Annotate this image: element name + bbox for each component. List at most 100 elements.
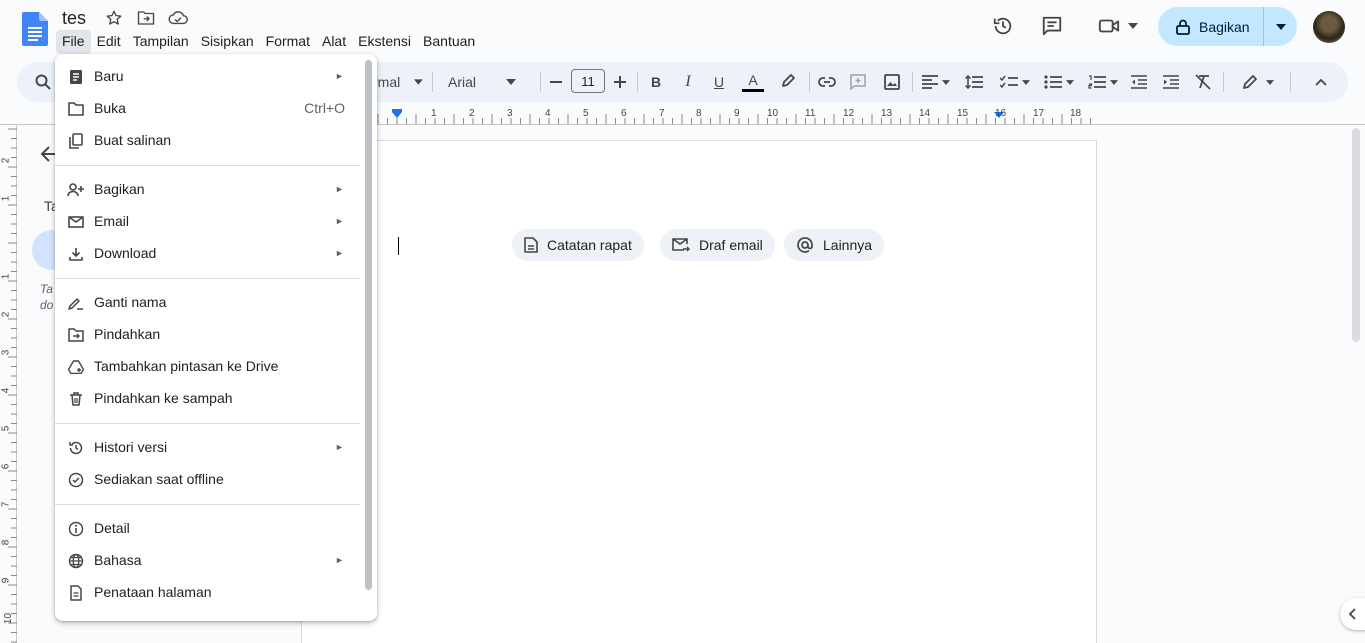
menu-edit[interactable]: Edit [91,30,127,54]
text-color-button[interactable]: A [741,70,765,94]
google-docs-logo-icon[interactable] [22,12,48,46]
account-avatar[interactable] [1313,11,1345,43]
version-history-button[interactable] [983,10,1023,42]
hide-menus-button[interactable] [1311,70,1331,94]
image-icon [884,74,900,90]
underline-button[interactable]: U [710,70,728,94]
menu-item-penataan-halaman[interactable]: Penataan halaman [55,576,367,608]
menu-item-bagikan[interactable]: Bagikan ► [55,173,367,205]
first-line-indent-marker[interactable] [392,109,402,112]
chevron-down-icon [1022,79,1030,85]
menu-item-tambahkan-pintasan[interactable]: Tambahkan pintasan ke Drive [55,350,367,382]
cloud-saved-icon[interactable] [167,8,189,28]
ruler-label: 6 [621,108,627,119]
menu-file[interactable]: File [56,30,91,54]
ruler-label: 5 [583,108,589,119]
share-button[interactable]: Bagikan [1158,7,1264,46]
line-spacing-button[interactable] [963,70,985,94]
bold-button[interactable]: B [647,70,665,94]
menu-item-detail[interactable]: Detail [55,512,367,544]
menu-alat[interactable]: Alat [316,30,352,54]
menu-tampilan[interactable]: Tampilan [127,30,195,54]
chevron-down-icon [414,79,423,85]
menu-item-baru[interactable]: Baru ► [55,60,367,92]
share-dropdown-button[interactable] [1264,7,1297,46]
chip-more[interactable]: Lainnya [784,229,885,261]
ruler-label: 3 [507,108,513,119]
horizontal-ruler[interactable]: 1 2 3 4 5 6 7 8 9 10 11 12 13 14 15 16 1… [376,106,1098,124]
insert-link-button[interactable] [817,70,837,94]
editing-mode-button[interactable] [1239,70,1277,94]
left-indent-marker[interactable] [392,112,402,118]
drive-shortcut-icon [67,358,85,376]
outline-hint-line: Ta [40,282,53,296]
menu-item-download[interactable]: Download ► [55,237,367,269]
increase-indent-button[interactable] [1161,70,1181,94]
menu-format[interactable]: Format [260,30,316,54]
move-folder-icon[interactable] [135,8,157,28]
menu-item-ganti-nama[interactable]: Ganti nama [55,286,367,318]
clear-formatting-button[interactable] [1193,70,1213,94]
menu-scrollbar[interactable] [365,60,372,590]
menu-divider [55,165,360,166]
chip-meeting-notes[interactable]: Catatan rapat [512,229,644,261]
vertical-ruler[interactable]: 2 1 1 2 3 4 5 6 7 8 9 10 [0,125,17,643]
menu-ekstensi[interactable]: Ekstensi [352,30,417,54]
meet-button[interactable] [1092,10,1144,42]
search-menus-button[interactable] [33,70,53,94]
ruler-label: 6 [0,463,12,470]
checklist-icon [1000,75,1018,89]
increase-font-size-button[interactable] [611,70,629,94]
chip-email-draft[interactable]: Draf email [660,229,775,261]
decrease-font-size-button[interactable] [547,70,565,94]
ruler-label: 7 [0,501,12,508]
highlight-color-button[interactable] [777,70,799,94]
document-page[interactable] [301,140,1097,643]
bulleted-list-icon [1044,75,1062,89]
menu-item-pindahkan[interactable]: Pindahkan [55,318,367,350]
numbered-list-button[interactable] [1085,70,1121,94]
comments-button[interactable] [1032,10,1072,42]
submenu-arrow-icon: ► [335,248,344,258]
menu-sisipkan[interactable]: Sisipkan [195,30,260,54]
person-add-icon [67,181,85,199]
share-label: Bagikan [1199,18,1250,35]
toolbar-divider [912,72,913,92]
document-scrollbar[interactable] [1352,128,1360,342]
decrease-indent-button[interactable] [1129,70,1149,94]
new-document-icon [67,68,85,86]
menu-item-offline[interactable]: Sediakan saat offline [55,463,367,495]
document-title[interactable]: tes [62,8,86,29]
ruler-label: 15 [957,108,969,119]
menu-item-pindahkan-ke-sampah[interactable]: Pindahkan ke sampah [55,382,367,414]
italic-button[interactable]: I [679,70,697,94]
font-family-select[interactable]: Arial [448,70,528,94]
menu-bantuan[interactable]: Bantuan [417,30,481,54]
chevron-down-icon [1066,79,1074,85]
side-panel-toggle[interactable] [1340,598,1365,630]
text-cursor [398,237,399,255]
insert-image-button[interactable] [882,70,902,94]
comment-icon [1042,16,1062,36]
align-button[interactable] [920,70,952,94]
menu-item-email[interactable]: Email ► [55,205,367,237]
checklist-button[interactable] [997,70,1033,94]
menu-item-histori-versi[interactable]: Histori versi ► [55,431,367,463]
submenu-arrow-icon: ► [335,184,344,194]
ruler-label: 9 [0,577,12,584]
menu-divider [55,423,360,424]
menu-item-bahasa[interactable]: Bahasa ► [55,544,367,576]
add-comment-button[interactable] [848,70,868,94]
italic-icon: I [685,73,691,90]
star-icon[interactable] [103,8,125,28]
menu-item-buka[interactable]: Buka Ctrl+O [55,92,367,124]
menu-item-buat-salinan[interactable]: Buat salinan [55,124,367,156]
search-icon [35,74,51,90]
bulleted-list-button[interactable] [1041,70,1077,94]
clear-formatting-icon [1195,74,1211,90]
ruler-label: 17 [1033,108,1045,119]
paragraph-style-select[interactable]: rmal [373,70,423,94]
font-size-input[interactable]: 11 [571,69,605,93]
pencil-icon [1243,75,1257,89]
chevron-up-icon [1315,78,1327,86]
